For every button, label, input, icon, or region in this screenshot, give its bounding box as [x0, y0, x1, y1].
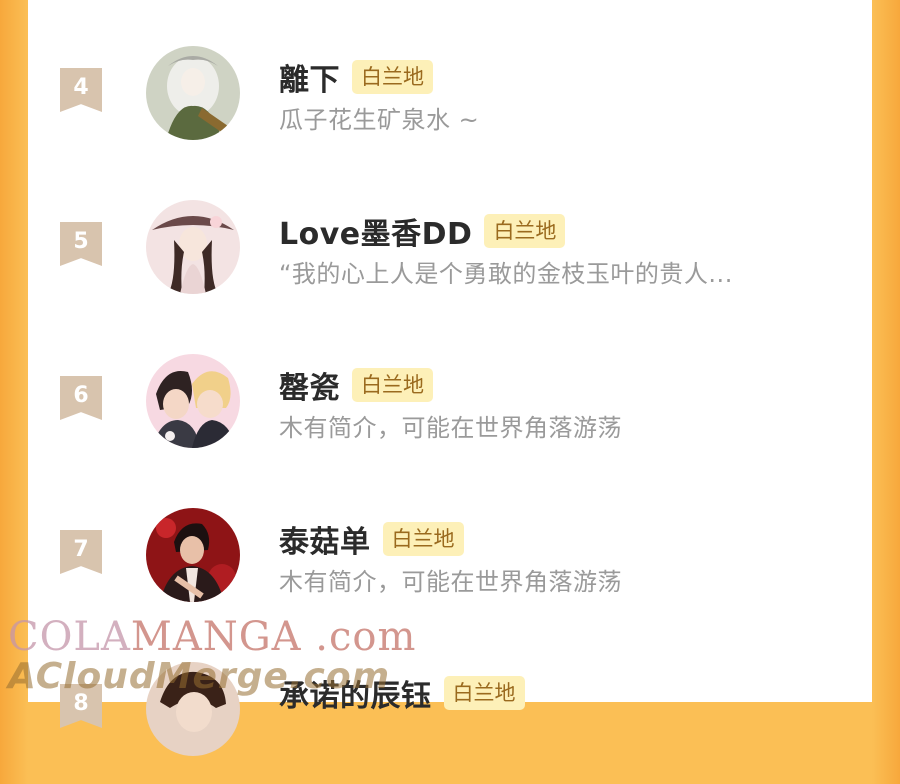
user-name-line: 離下 白兰地 [279, 55, 433, 99]
user-name-line: 罄瓷 白兰地 [279, 363, 433, 407]
user-name-line: 泰菇单 白兰地 [279, 517, 464, 561]
watermark-lead: COLA [8, 614, 131, 660]
rank-ribbon: 7 [60, 530, 102, 574]
leaderboard-panel: 4 離下 白兰地 瓜子花生矿泉水 ~ 5 Love墨香DD 白兰地 “我的心上人… [28, 0, 872, 756]
rank-ribbon: 4 [60, 68, 102, 112]
user-intro: “我的心上人是个勇敢的金枝玉叶的贵人... [279, 260, 733, 288]
watermark-rest: MANGA .com [130, 614, 417, 660]
user-name-line: Love墨香DD 白兰地 [279, 209, 566, 253]
leaderboard-row[interactable]: 7 泰菇单 白兰地 木有简介，可能在世界角落游荡 [28, 508, 872, 630]
level-badge: 白兰地 [443, 676, 525, 710]
avatar[interactable] [146, 508, 240, 602]
user-intro: 木有简介，可能在世界角落游荡 [279, 568, 622, 596]
level-badge: 白兰地 [484, 214, 566, 248]
leaderboard-row[interactable]: 4 離下 白兰地 瓜子花生矿泉水 ~ [28, 46, 872, 168]
user-name[interactable]: 罄瓷 [279, 363, 340, 407]
level-badge: 白兰地 [352, 368, 433, 402]
avatar[interactable] [146, 200, 240, 294]
user-intro: 木有简介，可能在世界角落游荡 [279, 414, 622, 442]
avatar[interactable] [146, 46, 240, 140]
rank-ribbon: 5 [60, 222, 102, 266]
user-intro: 瓜子花生矿泉水 ~ [279, 106, 480, 134]
watermark-cola-manga: COLAMANGA .com [8, 614, 416, 660]
user-name[interactable]: Love墨香DD [279, 209, 472, 253]
level-badge: 白兰地 [352, 60, 433, 94]
user-name[interactable]: 離下 [279, 55, 340, 99]
user-name[interactable]: 泰菇单 [279, 517, 371, 561]
level-badge: 白兰地 [382, 522, 464, 556]
watermark-acloudmerge: ACloudMerge.com [8, 656, 391, 697]
rank-ribbon: 6 [60, 376, 102, 420]
leaderboard-row[interactable]: 5 Love墨香DD 白兰地 “我的心上人是个勇敢的金枝玉叶的贵人... [28, 200, 872, 322]
avatar[interactable] [146, 354, 240, 448]
leaderboard-row[interactable]: 6 罄瓷 白兰地 木有简介，可能在世界角落游荡 [28, 354, 872, 476]
